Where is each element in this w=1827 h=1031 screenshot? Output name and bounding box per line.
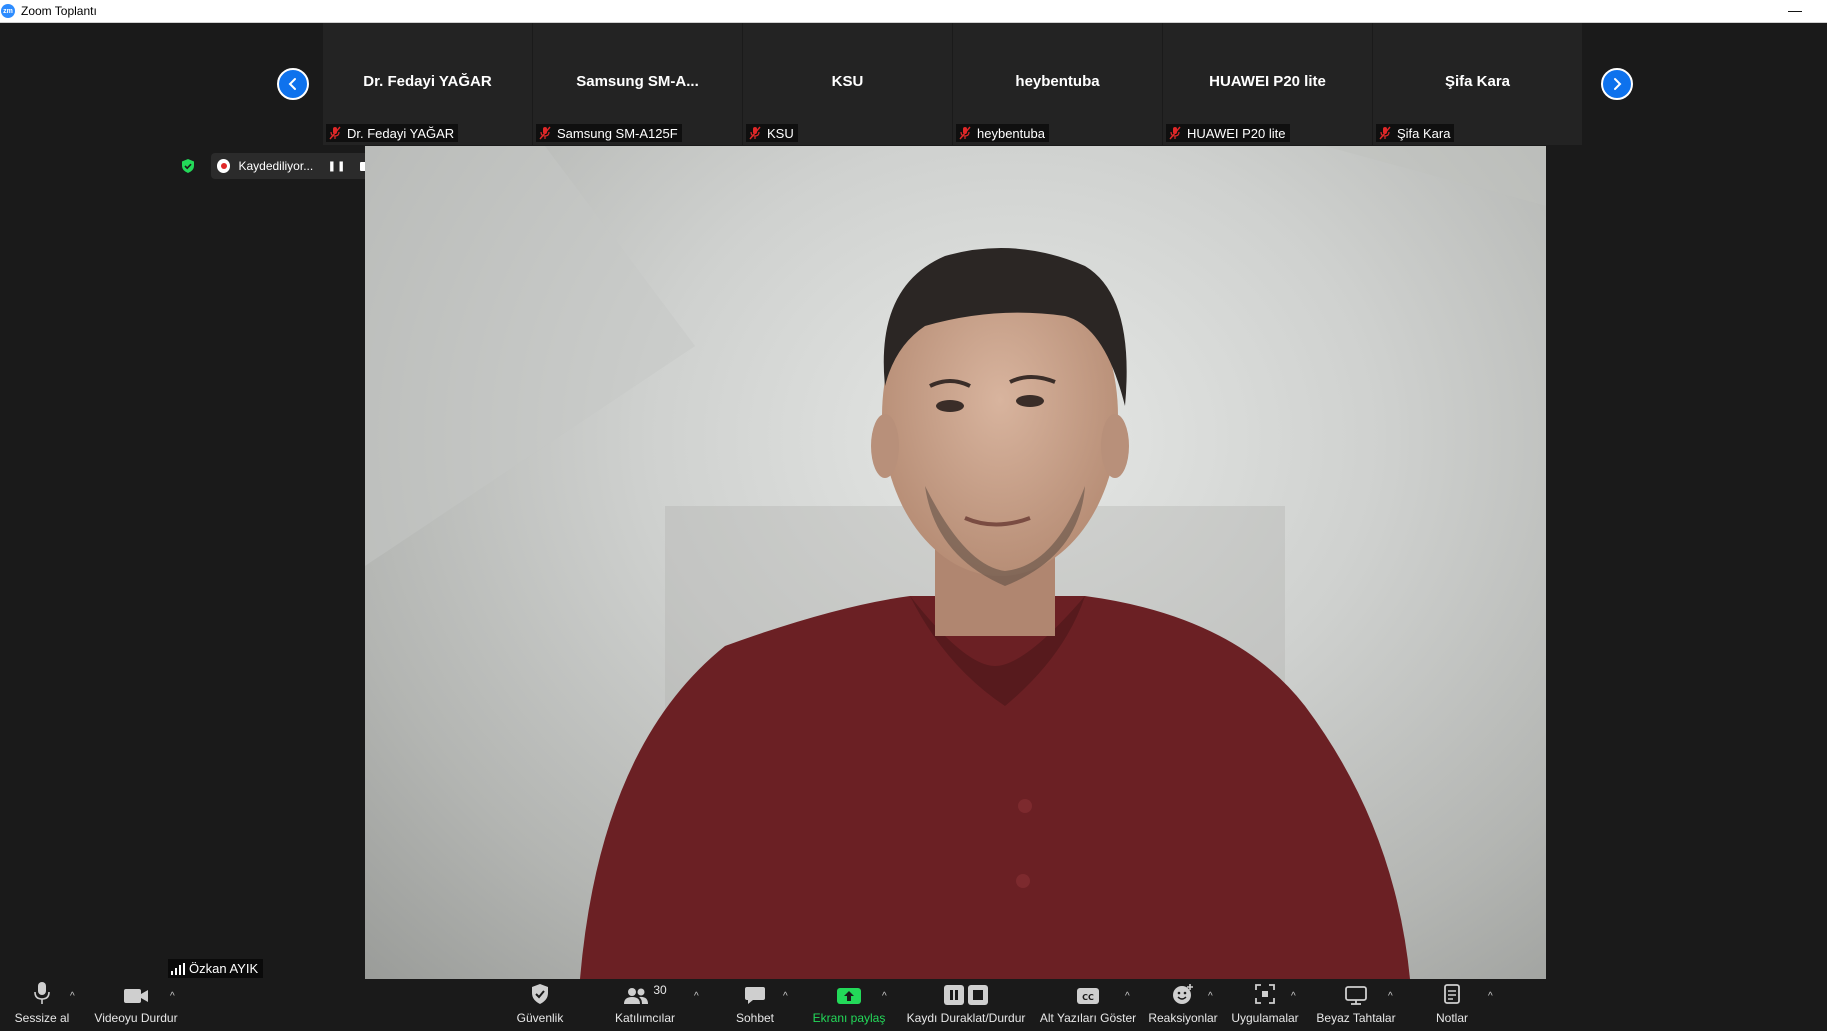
participant-label: Dr. Fedayi YAĞAR xyxy=(326,124,459,142)
chevron-left-icon xyxy=(288,78,296,90)
participant-tile[interactable]: heybentuba heybentuba xyxy=(953,23,1163,145)
participant-name: KSU xyxy=(831,73,864,90)
chat-bubble-icon xyxy=(745,987,765,1004)
mic-muted-icon xyxy=(539,126,551,140)
mic-muted-icon xyxy=(749,126,761,140)
participants-icon xyxy=(624,988,649,1004)
stop-video-label: Videoyu Durdur xyxy=(94,1011,178,1025)
chat-options-caret[interactable]: ^ xyxy=(783,991,788,1002)
chat-label: Sohbet xyxy=(735,1011,775,1025)
whiteboards-label: Beyaz Tahtalar xyxy=(1316,1011,1396,1025)
audio-options-caret[interactable]: ^ xyxy=(70,991,75,1002)
participant-label: heybentuba xyxy=(956,124,1049,142)
speaker-video-frame xyxy=(365,146,1546,979)
share-screen-icon xyxy=(837,988,861,1004)
participant-tile[interactable]: Samsung SM-A... Samsung SM-A125F xyxy=(533,23,743,145)
participant-tile[interactable]: Dr. Fedayi YAĞAR Dr. Fedayi YAĞAR xyxy=(323,23,533,145)
participant-label: Şifa Kara xyxy=(1376,124,1455,142)
pause-stop-recording-button[interactable]: Kaydı Duraklat/Durdur xyxy=(904,979,1028,1031)
active-speaker-video xyxy=(365,146,1546,979)
meeting-toolbar: Sessize al ^ Videoyu Durdur ^ Güvenlik 3… xyxy=(0,979,1827,1031)
chat-button[interactable]: Sohbet xyxy=(733,979,777,1031)
participant-label: KSU xyxy=(746,124,798,142)
video-camera-icon xyxy=(124,989,148,1003)
whiteboard-icon xyxy=(1345,986,1367,1005)
participant-tile[interactable]: HUAWEI P20 lite HUAWEI P20 lite xyxy=(1163,23,1373,145)
mic-muted-icon xyxy=(959,126,971,140)
record-dot-icon xyxy=(217,159,231,173)
pause-stop-recording-label: Kaydı Duraklat/Durdur xyxy=(906,1011,1026,1025)
mic-muted-icon xyxy=(1169,126,1181,140)
show-captions-button[interactable]: CC Alt Yazıları Göster xyxy=(1040,979,1136,1031)
mute-button[interactable]: Sessize al xyxy=(14,979,70,1031)
notes-button[interactable]: Notlar xyxy=(1432,979,1472,1031)
window-titlebar: zm Zoom Toplantı — xyxy=(0,0,1827,23)
participant-label-text: HUAWEI P20 lite xyxy=(1187,125,1286,141)
whiteboards-options-caret[interactable]: ^ xyxy=(1388,991,1393,1002)
signal-strength-icon xyxy=(171,962,185,975)
window-title: Zoom Toplantı xyxy=(21,4,97,18)
reactions-options-caret[interactable]: ^ xyxy=(1208,991,1213,1002)
notes-label: Notlar xyxy=(1435,1011,1468,1025)
next-page-button[interactable] xyxy=(1601,68,1633,100)
participant-tile[interactable]: Şifa Kara Şifa Kara xyxy=(1373,23,1583,145)
captions-options-caret[interactable]: ^ xyxy=(1125,991,1130,1002)
share-screen-label: Ekranı paylaş xyxy=(812,1011,886,1025)
notes-icon xyxy=(1444,984,1460,1004)
whiteboards-button[interactable]: Beyaz Tahtalar xyxy=(1316,979,1396,1031)
reactions-label: Reaksiyonlar xyxy=(1148,1011,1218,1025)
participant-label-text: KSU xyxy=(767,125,794,141)
apps-options-caret[interactable]: ^ xyxy=(1291,991,1296,1002)
mic-muted-icon xyxy=(329,126,341,140)
show-captions-label: Alt Yazıları Göster xyxy=(1039,1011,1137,1025)
participant-name: Şifa Kara xyxy=(1444,73,1511,90)
closed-captions-icon: CC xyxy=(1077,988,1099,1004)
zoom-logo-icon: zm xyxy=(1,4,15,18)
participant-label-text: Samsung SM-A125F xyxy=(557,125,678,141)
mic-muted-icon xyxy=(1379,126,1391,140)
participant-name: Dr. Fedayi YAĞAR xyxy=(363,73,492,90)
microphone-icon xyxy=(34,982,50,1004)
shield-check-icon[interactable] xyxy=(180,158,196,174)
apps-icon xyxy=(1255,984,1275,1004)
participants-button[interactable]: 30 Katılımcılar xyxy=(612,979,678,1031)
recording-status: Kaydediliyor... xyxy=(238,159,314,173)
video-options-caret[interactable]: ^ xyxy=(170,991,175,1002)
emoji-reaction-icon xyxy=(1173,984,1193,1004)
notes-options-caret[interactable]: ^ xyxy=(1488,991,1493,1002)
participant-name: HUAWEI P20 lite xyxy=(1209,73,1326,90)
pause-recording-button[interactable]: ❚❚ xyxy=(328,161,347,172)
active-speaker-name: Özkan AYIK xyxy=(189,961,259,976)
participant-label: HUAWEI P20 lite xyxy=(1166,124,1290,142)
participants-label: Katılımcılar xyxy=(614,1011,675,1025)
pause-icon xyxy=(944,985,964,1005)
apps-label: Uygulamalar xyxy=(1231,1011,1299,1025)
participant-tile[interactable]: KSU KSU xyxy=(743,23,953,145)
share-options-caret[interactable]: ^ xyxy=(882,991,887,1002)
captions-icon-text: CC xyxy=(1082,993,1094,1002)
stop-icon xyxy=(968,985,988,1005)
mute-label: Sessize al xyxy=(14,1011,70,1025)
security-button[interactable]: Güvenlik xyxy=(514,979,566,1031)
recording-indicator: Kaydediliyor... ❚❚ xyxy=(211,153,369,179)
security-label: Güvenlik xyxy=(516,1011,564,1025)
participants-count: 30 xyxy=(653,983,667,997)
shield-icon xyxy=(532,984,548,1004)
share-screen-button[interactable]: Ekranı paylaş xyxy=(812,979,886,1031)
participant-name: Samsung SM-A... xyxy=(576,73,699,90)
participant-label-text: Dr. Fedayi YAĞAR xyxy=(347,125,455,141)
participant-label-text: Şifa Kara xyxy=(1397,125,1451,141)
previous-page-button[interactable] xyxy=(277,68,309,100)
reactions-button[interactable]: Reaksiyonlar xyxy=(1148,979,1218,1031)
participant-strip: Dr. Fedayi YAĞAR Dr. Fedayi YAĞAR Samsun… xyxy=(323,23,1587,145)
stop-video-button[interactable]: Videoyu Durdur xyxy=(92,979,180,1031)
participant-label-text: heybentuba xyxy=(977,125,1045,141)
chevron-right-icon xyxy=(1614,78,1622,90)
participants-options-caret[interactable]: ^ xyxy=(694,991,699,1002)
participant-label: Samsung SM-A125F xyxy=(536,124,682,142)
participant-name: heybentuba xyxy=(1015,73,1100,90)
minimize-button[interactable]: — xyxy=(1785,2,1805,18)
apps-button[interactable]: Uygulamalar xyxy=(1230,979,1300,1031)
active-speaker-label: Özkan AYIK xyxy=(168,959,264,978)
